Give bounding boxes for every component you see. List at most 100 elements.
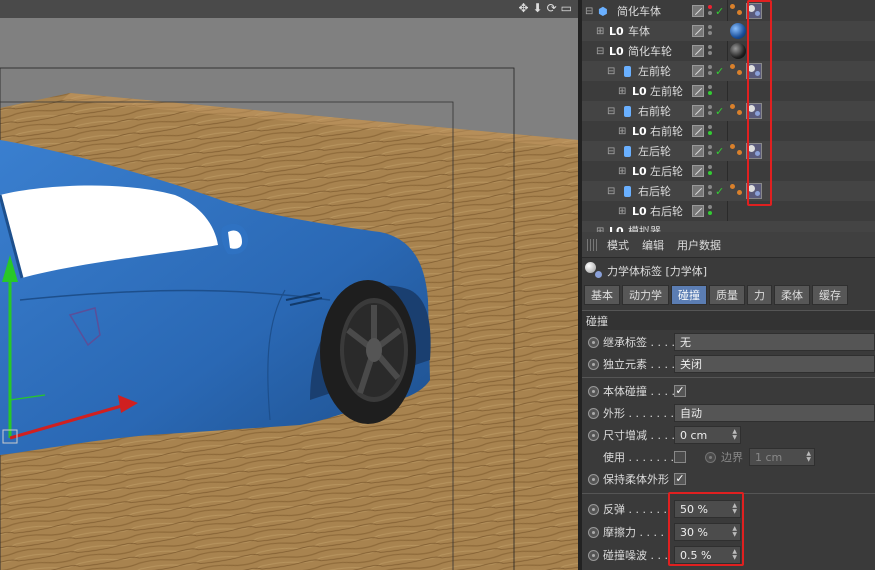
visibility-toggle-icon[interactable] xyxy=(692,45,704,57)
collapse-icon[interactable]: ⊟ xyxy=(607,186,615,197)
expand-icon[interactable]: ⊞ xyxy=(618,126,626,137)
animate-radio-icon[interactable] xyxy=(588,407,599,419)
tab-collision[interactable]: 碰撞 xyxy=(671,285,707,305)
animate-radio-icon[interactable] xyxy=(588,473,599,485)
self-collision-checkbox[interactable]: ✓ xyxy=(674,385,686,397)
maximize-view-icon[interactable]: ▭ xyxy=(561,1,572,15)
object-name[interactable]: 简化车轮 xyxy=(628,43,672,59)
check-icon[interactable]: ✓ xyxy=(715,185,724,198)
check-icon[interactable]: ✓ xyxy=(715,145,724,158)
animate-radio-icon[interactable] xyxy=(588,503,599,515)
keep-soft-shape-checkbox[interactable]: ✓ xyxy=(674,473,686,485)
object-name[interactable]: 左后轮 xyxy=(638,143,671,159)
spinner-arrows-icon[interactable]: ▲ ▼ xyxy=(732,429,737,441)
pan-down-icon[interactable]: ⬇ xyxy=(533,1,543,15)
dynamics-tag-icon[interactable] xyxy=(730,4,744,18)
dynamics-tag-icon[interactable] xyxy=(730,144,744,158)
collapse-icon[interactable]: ⊟ xyxy=(607,66,615,77)
object-row[interactable]: ⊟ L0 简化车轮 xyxy=(582,41,875,61)
visibility-toggle-icon[interactable] xyxy=(692,185,704,197)
3d-viewport[interactable]: ✥ ⬇ ⟳ ▭ xyxy=(0,0,578,570)
animate-radio-icon[interactable] xyxy=(588,526,599,538)
object-name[interactable]: 模拟器 xyxy=(628,223,661,232)
visibility-toggle-icon[interactable] xyxy=(692,65,704,77)
animate-radio-icon[interactable] xyxy=(705,451,716,463)
object-name[interactable]: 右后轮 xyxy=(650,203,683,219)
expand-icon[interactable]: ⊞ xyxy=(596,26,604,37)
object-row[interactable]: ⊟ 左后轮 ✓ xyxy=(582,141,875,161)
check-icon[interactable]: ✓ xyxy=(715,105,724,118)
render-dots[interactable] xyxy=(708,105,713,117)
object-row[interactable]: ⊟ 右后轮 ✓ xyxy=(582,181,875,201)
animate-radio-icon[interactable] xyxy=(588,429,599,441)
check-icon[interactable]: ✓ xyxy=(715,65,724,78)
render-dots[interactable] xyxy=(708,25,713,37)
dynamics-tag-icon[interactable] xyxy=(730,104,744,118)
expand-icon[interactable]: ⊞ xyxy=(618,86,626,97)
object-name[interactable]: 右前轮 xyxy=(650,123,683,139)
visibility-toggle-icon[interactable] xyxy=(692,85,704,97)
spinner-arrows-icon[interactable]: ▲ ▼ xyxy=(806,451,811,463)
grip-icon[interactable] xyxy=(587,238,599,251)
margin-field[interactable]: 1 cm ▲ ▼ xyxy=(749,448,815,466)
visibility-toggle-icon[interactable] xyxy=(692,125,704,137)
animate-radio-icon[interactable] xyxy=(588,385,599,397)
expand-icon[interactable]: ⊞ xyxy=(618,206,626,217)
collapse-icon[interactable]: ⊟ xyxy=(596,46,604,57)
tab-soft-body[interactable]: 柔体 xyxy=(774,285,810,305)
visibility-toggle-icon[interactable] xyxy=(692,145,704,157)
visibility-toggle-icon[interactable] xyxy=(692,165,704,177)
object-row[interactable]: ⊟ 右前轮 ✓ xyxy=(582,101,875,121)
render-dots[interactable] xyxy=(708,65,713,77)
object-name[interactable]: 右前轮 xyxy=(638,103,671,119)
tab-dynamics[interactable]: 动力学 xyxy=(622,285,669,305)
menu-edit[interactable]: 编辑 xyxy=(642,237,664,253)
render-dots[interactable] xyxy=(708,145,713,157)
use-checkbox[interactable] xyxy=(674,451,686,463)
object-name[interactable]: 左后轮 xyxy=(650,163,683,179)
visibility-toggle-icon[interactable] xyxy=(692,5,704,17)
object-row[interactable]: ⊞ L0 车体 xyxy=(582,21,875,41)
animate-radio-icon[interactable] xyxy=(588,549,599,561)
visibility-toggle-icon[interactable] xyxy=(692,25,704,37)
dynamics-tag-icon[interactable] xyxy=(730,184,744,198)
object-row[interactable]: ⊞ L0 左前轮 xyxy=(582,81,875,101)
collapse-icon[interactable]: ⊟ xyxy=(607,106,615,117)
menu-mode[interactable]: 模式 xyxy=(607,237,629,253)
dynamics-tag-icon[interactable] xyxy=(730,64,744,78)
tab-cache[interactable]: 缓存 xyxy=(812,285,848,305)
object-row[interactable]: ⊞ L0 右后轮 xyxy=(582,201,875,221)
object-name[interactable]: 右后轮 xyxy=(638,183,671,199)
animate-radio-icon[interactable] xyxy=(588,336,599,348)
collapse-icon[interactable]: ⊟ xyxy=(585,6,593,17)
move-view-icon[interactable]: ✥ xyxy=(518,1,528,15)
inherit-tag-dropdown[interactable]: 无 xyxy=(674,333,875,351)
render-dots[interactable] xyxy=(708,125,713,137)
tab-basic[interactable]: 基本 xyxy=(584,285,620,305)
object-name[interactable]: 左前轮 xyxy=(638,63,671,79)
menu-user-data[interactable]: 用户数据 xyxy=(677,237,721,253)
object-name[interactable]: 简化车体 xyxy=(617,3,661,19)
object-name[interactable]: 车体 xyxy=(628,23,650,39)
object-row[interactable]: ⊞ L0 右前轮 xyxy=(582,121,875,141)
tab-force[interactable]: 力 xyxy=(747,285,772,305)
material-tag-icon[interactable] xyxy=(730,43,746,59)
size-increment-field[interactable]: 0 cm ▲ ▼ xyxy=(674,426,741,444)
object-row[interactable]: ⊞ L0 模拟器 xyxy=(582,221,875,232)
object-row[interactable]: ⊞ L0 左后轮 xyxy=(582,161,875,181)
rotate-view-icon[interactable]: ⟳ xyxy=(547,1,557,15)
check-icon[interactable]: ✓ xyxy=(715,5,724,18)
render-dots[interactable] xyxy=(708,205,713,217)
render-dots[interactable] xyxy=(708,45,713,57)
object-row[interactable]: ⊟ ⬢ 简化车体 ✓ xyxy=(582,1,875,21)
visibility-toggle-icon[interactable] xyxy=(692,205,704,217)
material-tag-icon[interactable] xyxy=(730,23,746,39)
visibility-toggle-icon[interactable] xyxy=(692,105,704,117)
render-dots[interactable] xyxy=(708,85,713,97)
object-row[interactable]: ⊟ 左前轮 ✓ xyxy=(582,61,875,81)
object-name[interactable]: 左前轮 xyxy=(650,83,683,99)
collapse-icon[interactable]: ⊟ xyxy=(607,146,615,157)
render-dots[interactable] xyxy=(708,165,713,177)
render-dots[interactable] xyxy=(708,5,713,17)
shape-dropdown[interactable]: 自动 xyxy=(674,404,875,422)
